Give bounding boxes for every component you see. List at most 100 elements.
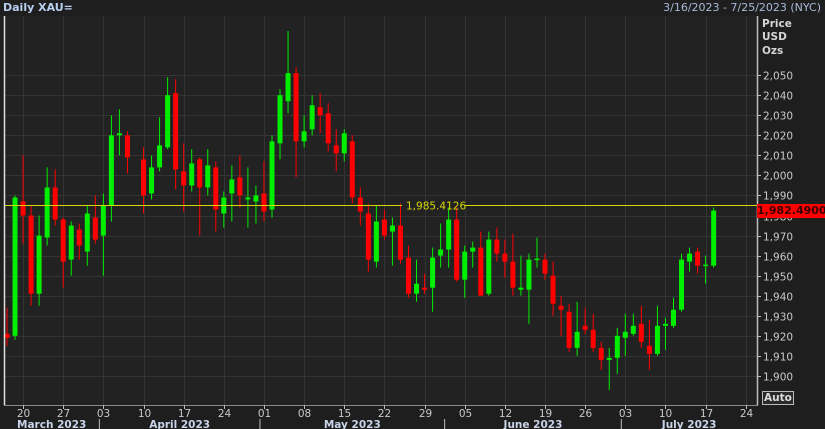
x-axis[interactable]: 20 27 03 10 17 24 01 08 15 22 29 05 12 19 26 03 10 17 24Ma…: [17, 405, 754, 429]
candle-body: [68, 225, 74, 260]
month-label: April 2023: [149, 419, 210, 429]
candle-body: [566, 311, 572, 348]
x-tick-label: 24: [740, 408, 754, 420]
candle-body: [245, 197, 251, 200]
y-tick-label: 1,970: [763, 232, 793, 244]
candle-body: [670, 309, 676, 326]
candle-body: [173, 93, 179, 170]
candle-body: [654, 325, 660, 354]
candle-body: [149, 167, 155, 194]
candle-body: [157, 145, 163, 168]
candle-body: [534, 258, 540, 261]
candle-body: [12, 197, 18, 336]
candle-body: [630, 325, 636, 334]
y-tick-label: 2,040: [763, 91, 793, 103]
auto-scale-button[interactable]: Auto: [762, 391, 794, 405]
candle-body: [269, 141, 275, 210]
candle-body: [92, 217, 98, 240]
candle-body: [116, 133, 122, 136]
candle[interactable]: [711, 207, 717, 268]
candle-body: [197, 159, 203, 188]
axis-unit-currency: USD: [762, 31, 787, 43]
y-tick-label: 1,950: [763, 272, 793, 284]
y-tick-label: 1,930: [763, 312, 793, 324]
y-tick-label: 1,910: [763, 352, 793, 364]
candle-body: [60, 219, 66, 262]
candle[interactable]: [12, 195, 18, 340]
candle-body: [317, 107, 323, 116]
y-tick-label: 1,990: [763, 191, 793, 203]
candle-body: [100, 205, 106, 236]
candle-body: [430, 257, 436, 288]
x-tick-label: 29: [419, 408, 432, 420]
candle-body: [711, 210, 717, 266]
candle-body: [438, 249, 444, 256]
candle-body: [687, 253, 693, 262]
month-label: May 2023: [324, 419, 381, 429]
y-tick-label: 1,900: [763, 372, 793, 384]
candle-body: [28, 215, 34, 294]
candle-body: [679, 259, 685, 310]
x-tick-label: 01: [258, 408, 271, 420]
candle-body: [510, 261, 516, 288]
candle-body: [550, 275, 556, 304]
candle-body: [141, 159, 147, 196]
y-tick-label: 1,960: [763, 252, 793, 264]
candle-body: [414, 283, 420, 294]
candle-body: [638, 323, 644, 342]
candle-body: [261, 193, 267, 212]
candle[interactable]: [679, 253, 685, 312]
candle-body: [357, 197, 363, 212]
month-label: July 2023: [661, 419, 717, 429]
candle-body: [518, 287, 524, 290]
candle-body: [446, 219, 452, 250]
candle-body: [333, 145, 339, 154]
candle[interactable]: [28, 205, 34, 306]
candle-body: [301, 131, 307, 142]
candle-body: [646, 345, 652, 354]
candle-body: [695, 251, 701, 266]
candle-body: [526, 259, 532, 290]
candle-body: [606, 357, 612, 360]
candle-body: [325, 113, 331, 144]
candle-body: [205, 165, 211, 188]
candle[interactable]: [349, 135, 355, 204]
y-axis[interactable]: 1,900 1,910 1,920 1,930 1,940 1,950 1,960 1,970…: [757, 71, 793, 384]
plot-area[interactable]: [4, 16, 757, 405]
candle-body: [582, 325, 588, 330]
candle-body: [165, 95, 171, 148]
candle-body: [397, 225, 403, 260]
candle-body: [470, 247, 476, 252]
candle-body: [662, 323, 668, 326]
candle-body: [285, 73, 291, 102]
candle-body: [590, 329, 596, 348]
month-label: June 2023: [503, 419, 563, 429]
candle-body: [20, 201, 26, 216]
y-tick-label: 1,920: [763, 332, 793, 344]
y-tick-label: 2,050: [763, 71, 793, 83]
candle-body: [365, 213, 371, 260]
candle-body: [389, 225, 395, 232]
candle-body: [542, 259, 548, 274]
candle-body: [406, 257, 411, 294]
candle-body: [598, 347, 604, 360]
candle-body: [213, 167, 219, 210]
candlestick-chart[interactable]: 1,985.4126 Price USD Ozs 1,900 1,910 1,920…: [0, 0, 825, 429]
candle-body: [253, 195, 259, 202]
candle-body: [381, 219, 387, 236]
candle-body: [614, 335, 620, 358]
candle[interactable]: [486, 231, 492, 296]
candle-body: [703, 264, 709, 267]
candle-body: [558, 305, 564, 310]
x-tick-label: 26: [579, 408, 593, 420]
candle-body: [309, 105, 315, 130]
y-tick-label: 2,030: [763, 111, 793, 123]
x-tick-label: 03: [619, 408, 632, 420]
axis-unit-price: Price: [762, 18, 792, 30]
last-price-label: 1,982.4900: [757, 203, 825, 218]
candle-body: [622, 331, 628, 338]
candle-body: [422, 287, 428, 290]
candle-body: [84, 213, 90, 252]
candle-body: [108, 135, 114, 206]
candle-body: [293, 73, 299, 142]
